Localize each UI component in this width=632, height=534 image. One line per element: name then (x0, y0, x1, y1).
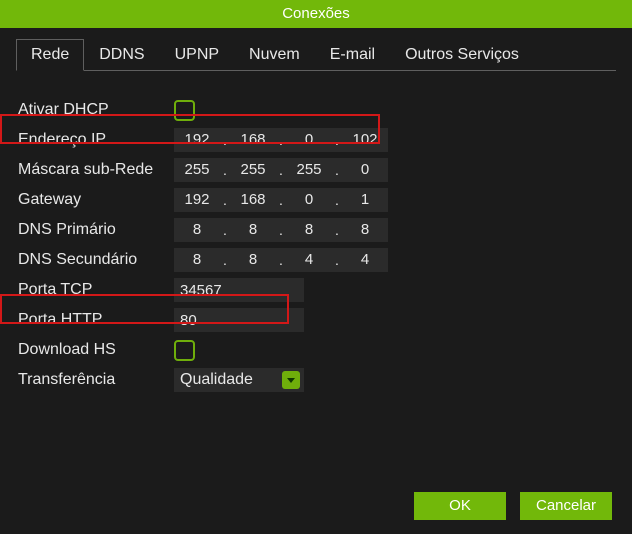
cancel-button[interactable]: Cancelar (520, 492, 612, 520)
dot: . (276, 252, 286, 268)
content-area: Rede DDNS UPNP Nuvem E-mail Outros Servi… (0, 28, 632, 395)
dns2-oct1[interactable]: 8 (174, 248, 220, 272)
dot: . (332, 222, 342, 238)
dns1-oct2[interactable]: 8 (230, 218, 276, 242)
cancel-label: Cancelar (536, 497, 596, 514)
row-dns2: DNS Secundário 8. 8. 4. 4 (16, 245, 616, 275)
mask-oct1[interactable]: 255 (174, 158, 220, 182)
footer: OK Cancelar (414, 492, 612, 520)
dns1-oct3[interactable]: 8 (286, 218, 332, 242)
label-dns1: DNS Primário (16, 221, 174, 239)
label-ip: Endereço IP (16, 131, 174, 149)
http-port-input[interactable]: 80 (174, 308, 304, 332)
row-http: Porta HTTP 80 (16, 305, 616, 335)
tab-label: DDNS (99, 46, 144, 63)
dot: . (332, 252, 342, 268)
chevron-down-icon (287, 378, 295, 383)
dot: . (220, 162, 230, 178)
dot: . (220, 222, 230, 238)
mask-oct4[interactable]: 0 (342, 158, 388, 182)
tab-label: Outros Serviços (405, 46, 519, 63)
tab-label: E-mail (330, 46, 375, 63)
ok-label: OK (449, 497, 471, 514)
transfer-select[interactable]: Qualidade (174, 368, 304, 392)
dot: . (332, 132, 342, 148)
dot: . (220, 132, 230, 148)
gw-input-group: 192. 168. 0. 1 (174, 188, 388, 212)
tab-email[interactable]: E-mail (315, 39, 390, 71)
dropdown-button (282, 371, 300, 389)
ip-oct2[interactable]: 168 (230, 128, 276, 152)
label-transfer: Transferência (16, 371, 174, 389)
dot: . (332, 192, 342, 208)
dns1-oct4[interactable]: 8 (342, 218, 388, 242)
label-mask: Máscara sub-Rede (16, 161, 174, 179)
gw-oct3[interactable]: 0 (286, 188, 332, 212)
row-dlhs: Download HS (16, 335, 616, 365)
tab-rede[interactable]: Rede (16, 39, 84, 71)
title-bar: Conexões (0, 0, 632, 28)
label-gw: Gateway (16, 191, 174, 209)
ip-input-group: 192. 168. 0. 102 (174, 128, 388, 152)
label-dns2: DNS Secundário (16, 251, 174, 269)
mask-oct3[interactable]: 255 (286, 158, 332, 182)
tab-bar: Rede DDNS UPNP Nuvem E-mail Outros Servi… (16, 38, 616, 71)
tab-upnp[interactable]: UPNP (160, 39, 234, 71)
ip-oct3[interactable]: 0 (286, 128, 332, 152)
tcp-port-input[interactable]: 34567 (174, 278, 304, 302)
label-dhcp: Ativar DHCP (16, 101, 174, 119)
dot: . (276, 222, 286, 238)
tab-label: Nuvem (249, 46, 300, 63)
row-mask: Máscara sub-Rede 255. 255. 255. 0 (16, 155, 616, 185)
mask-oct2[interactable]: 255 (230, 158, 276, 182)
tab-label: Rede (31, 46, 69, 63)
transfer-value: Qualidade (180, 371, 253, 389)
row-transfer: Transferência Qualidade (16, 365, 616, 395)
dns2-oct3[interactable]: 4 (286, 248, 332, 272)
tab-ddns[interactable]: DDNS (84, 39, 159, 71)
checkbox-dhcp[interactable] (174, 100, 195, 121)
gw-oct1[interactable]: 192 (174, 188, 220, 212)
row-dns1: DNS Primário 8. 8. 8. 8 (16, 215, 616, 245)
label-tcp: Porta TCP (16, 281, 174, 299)
mask-input-group: 255. 255. 255. 0 (174, 158, 388, 182)
dot: . (220, 192, 230, 208)
row-dhcp: Ativar DHCP (16, 95, 616, 125)
dns1-oct1[interactable]: 8 (174, 218, 220, 242)
gw-oct4[interactable]: 1 (342, 188, 388, 212)
dns2-oct4[interactable]: 4 (342, 248, 388, 272)
dot: . (276, 132, 286, 148)
ip-oct4[interactable]: 102 (342, 128, 388, 152)
dot: . (276, 192, 286, 208)
dns2-input-group: 8. 8. 4. 4 (174, 248, 388, 272)
checkbox-dlhs[interactable] (174, 340, 195, 361)
dot: . (276, 162, 286, 178)
ip-oct1[interactable]: 192 (174, 128, 220, 152)
ok-button[interactable]: OK (414, 492, 506, 520)
gw-oct2[interactable]: 168 (230, 188, 276, 212)
row-ip: Endereço IP 192. 168. 0. 102 (16, 125, 616, 155)
dot: . (220, 252, 230, 268)
dot: . (332, 162, 342, 178)
row-gw: Gateway 192. 168. 0. 1 (16, 185, 616, 215)
label-http: Porta HTTP (16, 311, 174, 329)
tab-nuvem[interactable]: Nuvem (234, 39, 315, 71)
tab-outros[interactable]: Outros Serviços (390, 39, 534, 71)
form: Ativar DHCP Endereço IP 192. 168. 0. 102… (16, 95, 616, 395)
dns2-oct2[interactable]: 8 (230, 248, 276, 272)
tab-label: UPNP (175, 46, 219, 63)
label-dlhs: Download HS (16, 341, 174, 359)
window-title: Conexões (282, 5, 350, 22)
row-tcp: Porta TCP 34567 (16, 275, 616, 305)
dns1-input-group: 8. 8. 8. 8 (174, 218, 388, 242)
